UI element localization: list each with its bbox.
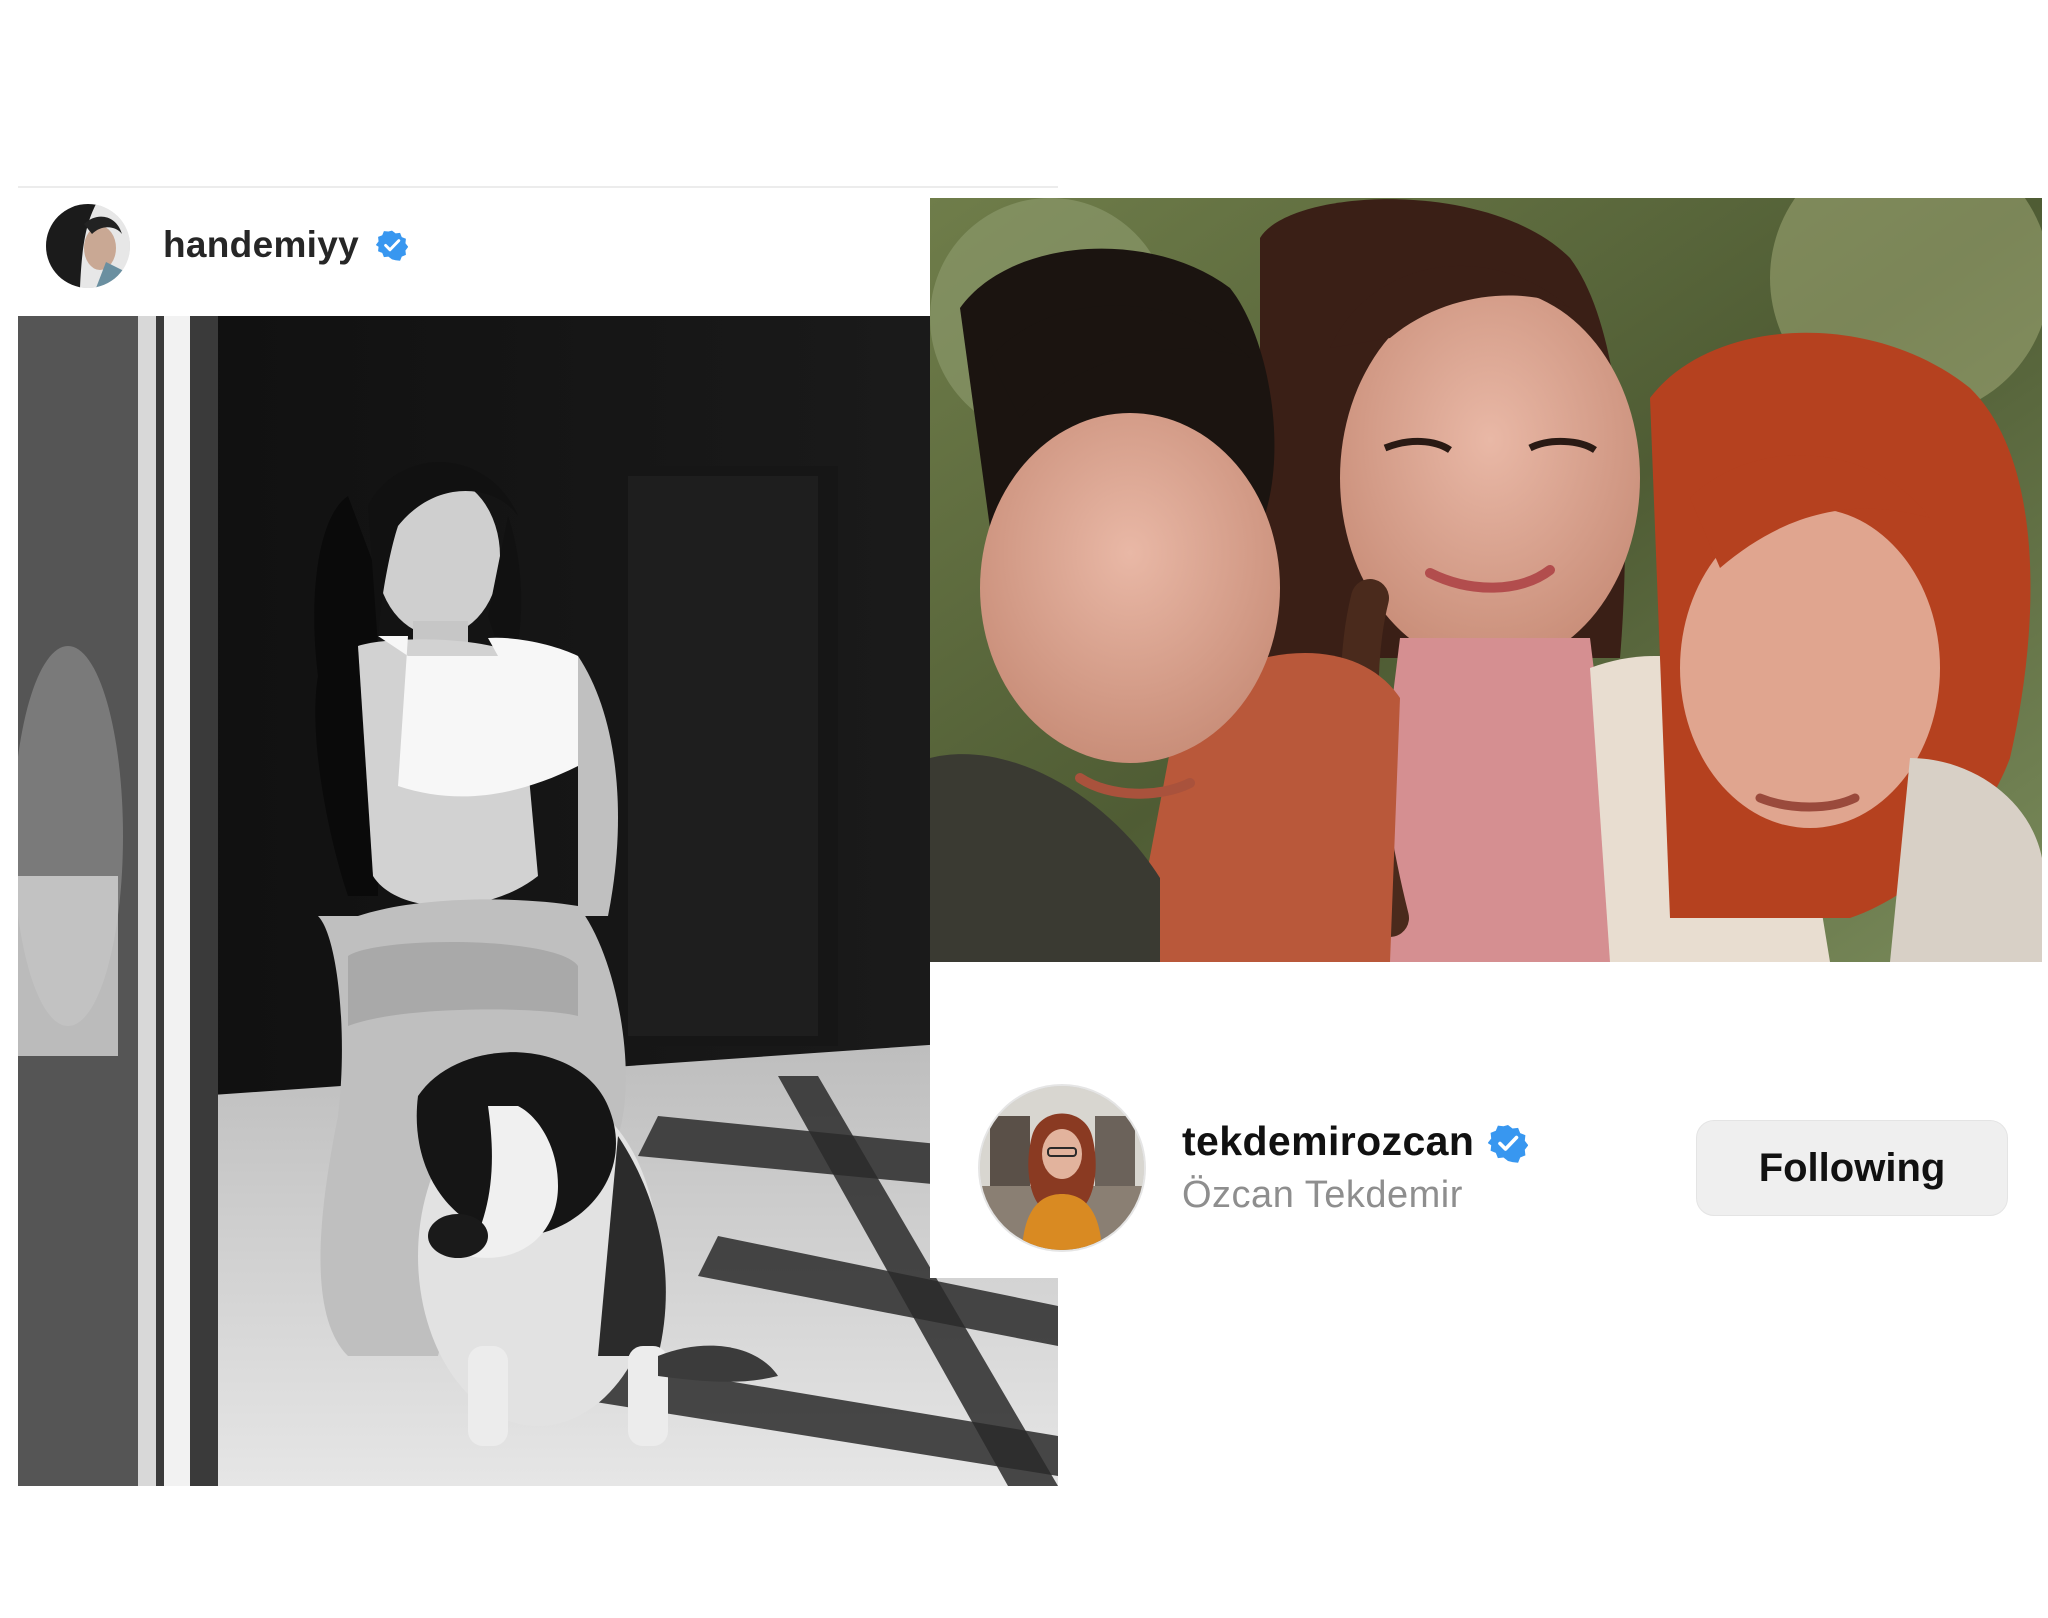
post-card-left: handemiyy <box>18 186 1058 1486</box>
post-card-right: tekdemirozcan Özcan Tekdemir Following <box>930 1058 2010 1278</box>
avatar[interactable] <box>978 1084 1146 1252</box>
following-button[interactable]: Following <box>1696 1120 2008 1216</box>
post-photo[interactable] <box>18 316 1058 1486</box>
verified-badge-icon <box>376 229 408 261</box>
verified-badge-icon <box>1488 1123 1528 1163</box>
username[interactable]: handemiyy <box>163 224 359 266</box>
card-separator <box>930 962 2048 1058</box>
post-photo-right[interactable] <box>930 198 2042 962</box>
username[interactable]: tekdemirozcan <box>1182 1118 1474 1165</box>
full-name: Özcan Tekdemir <box>1182 1174 1463 1216</box>
avatar[interactable] <box>46 204 130 288</box>
